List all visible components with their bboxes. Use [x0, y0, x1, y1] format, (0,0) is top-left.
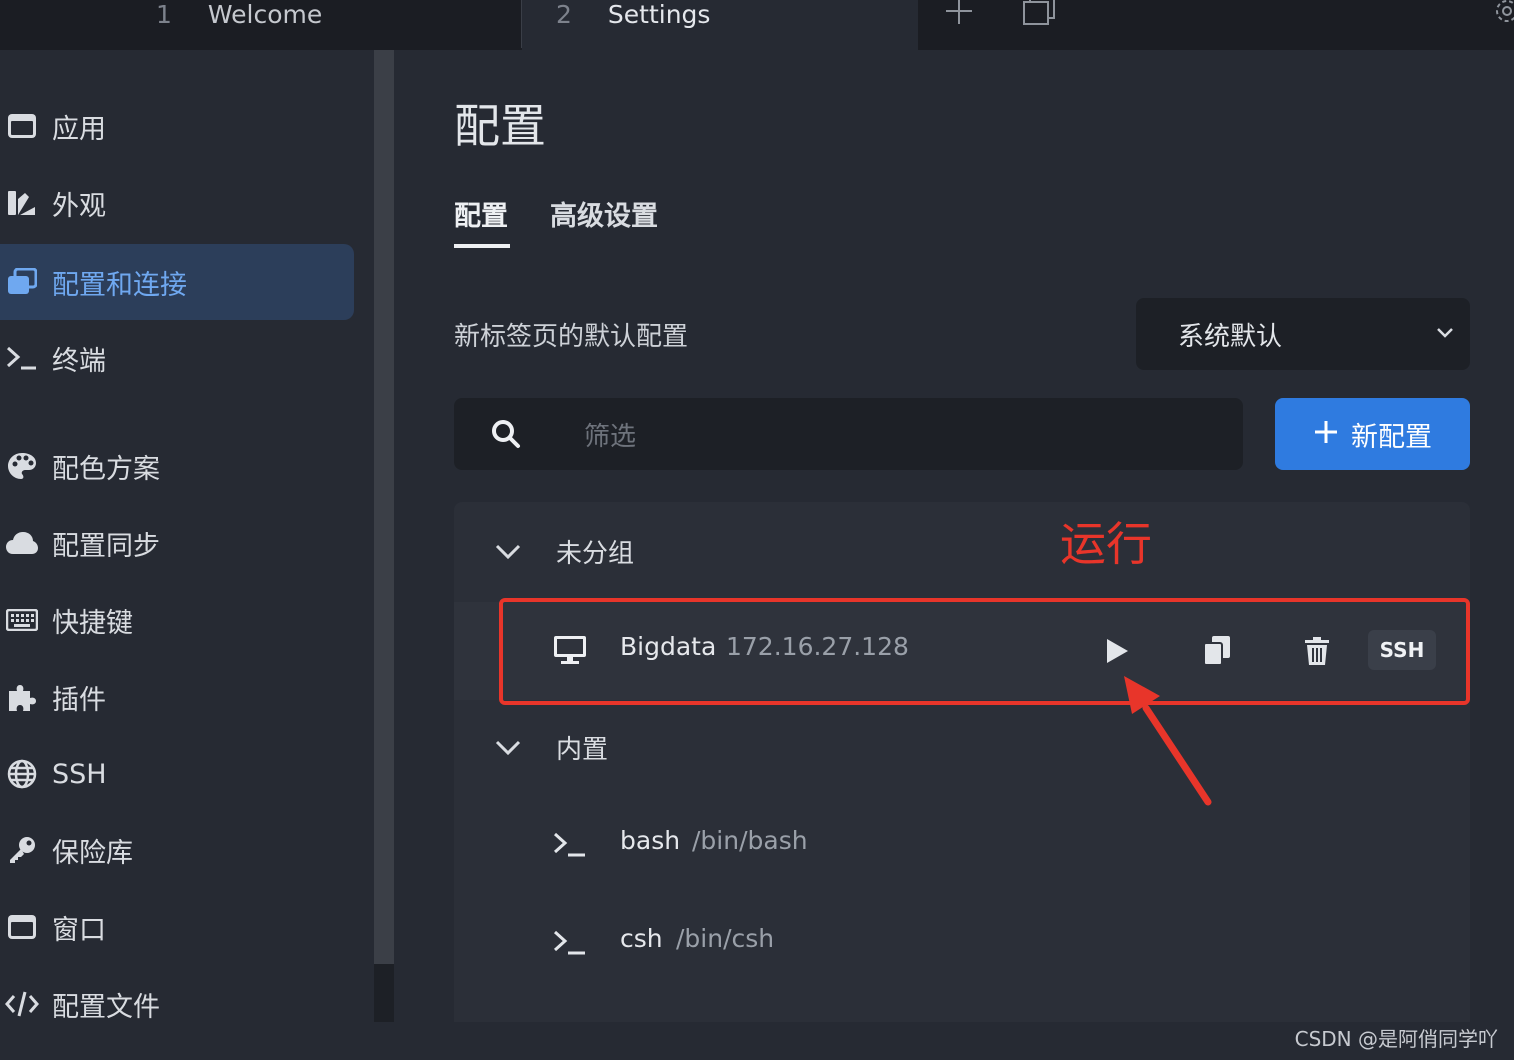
annotation-arrow [1124, 676, 1212, 806]
watermark: CSDN @是阿俏同学吖 [1294, 1027, 1498, 1051]
